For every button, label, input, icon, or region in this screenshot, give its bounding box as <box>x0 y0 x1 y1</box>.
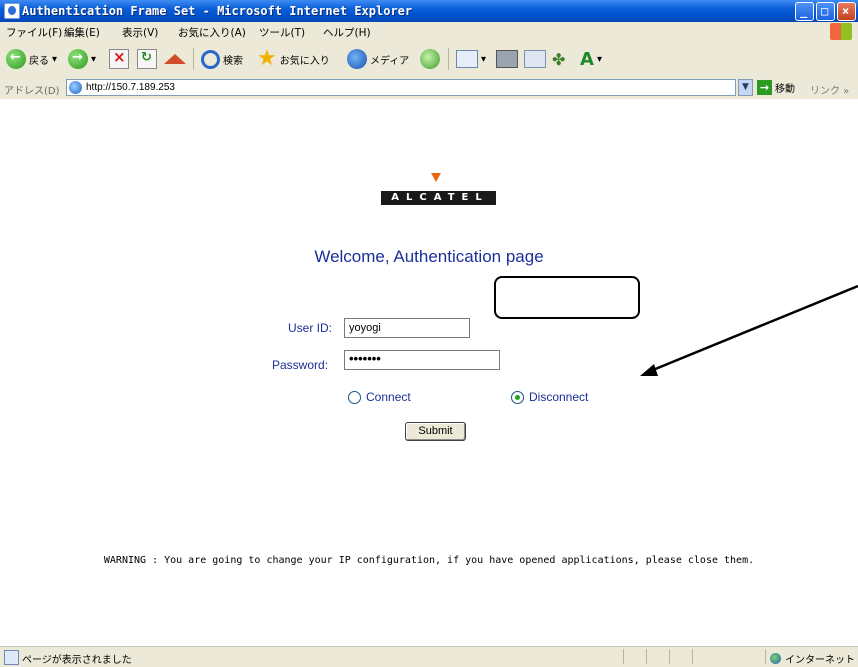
alcatel-logo: ALCATEL <box>381 191 496 205</box>
address-input[interactable]: http://150.7.189.253 <box>66 79 736 96</box>
toolbar-separator <box>193 48 194 70</box>
menu-edit[interactable]: 編集(E) <box>64 25 100 40</box>
media-icon <box>347 49 367 69</box>
mail-dropdown-icon: ▾ <box>481 53 487 65</box>
submit-button[interactable]: Submit <box>405 422 466 441</box>
media-label: メディア <box>370 55 410 67</box>
menu-favorites[interactable]: お気に入り(A) <box>178 25 246 40</box>
connect-label: Connect <box>366 390 411 404</box>
connect-radio[interactable]: Connect <box>348 390 411 404</box>
maximize-icon: □ <box>821 4 829 18</box>
menu-help[interactable]: ヘルプ(H) <box>323 25 371 40</box>
address-url: http://150.7.189.253 <box>86 82 175 93</box>
zone-label: インターネット <box>785 655 855 666</box>
back-button[interactable]: ← 戻る ▾ <box>6 46 57 72</box>
userid-label: User ID: <box>288 321 333 335</box>
search-label: 検索 <box>223 55 243 67</box>
links-button[interactable]: リンク » <box>810 82 849 97</box>
windows-logo-icon <box>830 23 852 40</box>
stop-button[interactable] <box>109 46 129 72</box>
highlight-box <box>494 276 640 319</box>
go-arrow-icon: → <box>757 80 772 95</box>
password-input[interactable]: ••••••• <box>344 350 500 370</box>
back-dropdown-icon: ▾ <box>52 53 58 65</box>
minimize-icon: _ <box>800 4 808 18</box>
search-icon <box>201 49 220 69</box>
password-label: Password: <box>272 358 329 372</box>
history-button[interactable] <box>420 46 440 72</box>
minimize-button[interactable]: _ <box>795 2 814 21</box>
mail-button[interactable]: ▾ <box>456 46 486 72</box>
close-button[interactable]: × <box>837 2 856 21</box>
edit-button[interactable] <box>524 46 546 72</box>
page-content: ALCATEL Welcome, Authentication page Use… <box>0 99 858 646</box>
media-button[interactable]: メディア <box>347 46 409 72</box>
security-zone: インターネット <box>770 651 855 666</box>
disconnect-radio-icon <box>511 390 524 404</box>
font-button[interactable]: A ▾ <box>580 46 602 72</box>
refresh-icon <box>137 49 157 69</box>
forward-arrow-icon: → <box>68 49 88 69</box>
status-divider <box>646 649 647 664</box>
status-divider <box>692 649 693 664</box>
print-icon <box>496 50 518 68</box>
ie-icon <box>4 3 20 19</box>
page-icon <box>69 81 82 94</box>
address-label: アドレス(D) <box>4 86 60 97</box>
menu-tools[interactable]: ツール(T) <box>259 25 305 40</box>
status-divider <box>765 649 766 664</box>
font-dropdown-icon: ▾ <box>596 53 602 65</box>
address-dropdown-button[interactable]: ▼ <box>738 79 753 96</box>
menu-bar: ファイル(F) 編集(E) 表示(V) お気に入り(A) ツール(T) ヘルプ(… <box>0 22 858 42</box>
go-button[interactable]: → 移動 <box>757 80 795 95</box>
title-bar: Authentication Frame Set - Microsoft Int… <box>0 0 858 22</box>
star-icon: ★ <box>257 46 277 71</box>
disconnect-label: Disconnect <box>529 390 589 404</box>
stop-icon <box>109 48 129 69</box>
maximize-button[interactable]: □ <box>816 2 835 21</box>
toolbar-separator <box>448 48 449 70</box>
menu-view[interactable]: 表示(V) <box>122 25 158 40</box>
chevron-down-icon: ▼ <box>742 82 749 92</box>
forward-dropdown-icon: ▾ <box>91 53 97 65</box>
globe-icon <box>770 653 781 664</box>
connect-radio-icon <box>348 390 361 404</box>
address-bar: アドレス(D) http://150.7.189.253 ▼ → 移動 リンク … <box>0 77 858 100</box>
status-message: ページが表示されました <box>22 655 132 666</box>
back-label: 戻る <box>29 55 49 67</box>
home-button[interactable] <box>164 46 186 72</box>
status-bar: ページが表示されました インターネット <box>0 646 858 667</box>
favorites-button[interactable]: ★ お気に入り <box>257 46 330 72</box>
font-icon: A <box>580 48 594 70</box>
favorites-label: お気に入り <box>279 55 330 67</box>
alcatel-logo-mark <box>431 173 441 182</box>
messenger-button[interactable]: ✤ <box>552 46 572 72</box>
home-icon <box>164 54 186 64</box>
back-arrow-icon: ← <box>6 49 26 69</box>
mail-icon <box>456 50 478 68</box>
status-divider <box>669 649 670 664</box>
print-button[interactable] <box>496 46 518 72</box>
search-button[interactable]: 検索 <box>201 46 243 72</box>
refresh-button[interactable] <box>137 46 157 72</box>
toolbar: ← 戻る ▾ → ▾ 検索 ★ お気に入り メディア ▾ ✤ A ▾ <box>0 41 858 78</box>
userid-input[interactable]: yoyogi <box>344 318 470 338</box>
window-title: Authentication Frame Set - Microsoft Int… <box>22 4 413 18</box>
forward-button[interactable]: → ▾ <box>68 46 96 72</box>
edit-icon <box>524 50 546 68</box>
page-title: Welcome, Authentication page <box>314 247 544 266</box>
page-status-icon <box>4 650 19 665</box>
history-icon <box>420 49 440 69</box>
close-icon: × <box>842 4 850 18</box>
go-label: 移動 <box>775 84 795 95</box>
messenger-icon: ✤ <box>552 50 566 69</box>
warning-text: WARNING : You are going to change your I… <box>103 555 755 566</box>
disconnect-radio[interactable]: Disconnect <box>511 390 588 404</box>
status-divider <box>623 649 624 664</box>
menu-file[interactable]: ファイル(F) <box>6 25 62 40</box>
